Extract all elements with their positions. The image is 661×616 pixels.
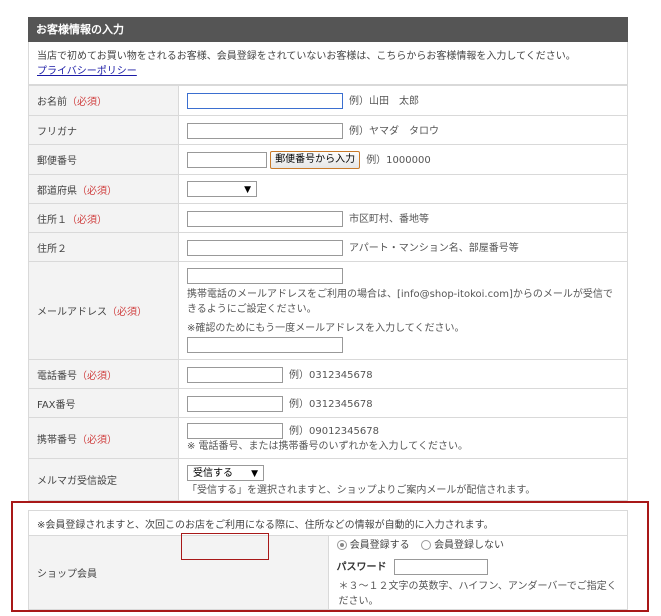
tel-input[interactable]	[187, 366, 283, 383]
name-label: お名前	[37, 97, 67, 108]
mobile-example: 例）09012345678	[289, 426, 379, 437]
row-kana: フリガナ 例）ヤマダ タロウ	[28, 115, 628, 145]
row-name: お名前（必須） 例）山田 太郎	[28, 85, 628, 116]
pref-label: 都道府県	[37, 185, 77, 197]
row-tel: 電話番号（必須） 例）0312345678	[28, 359, 628, 389]
mobile-label: 携帯番号	[37, 434, 77, 446]
tel-label: 電話番号	[37, 370, 77, 382]
zip-label: 郵便番号	[37, 156, 77, 167]
email-note: 携帯電話のメールアドレスをご利用の場合は、[info@shop-itokoi.c…	[187, 289, 613, 315]
pref-select[interactable]: ▼	[187, 181, 257, 197]
row-email: メールアドレス（必須） 携帯電話のメールアドレスをご利用の場合は、[info@s…	[28, 261, 628, 360]
tel-example: 例）0312345678	[289, 369, 373, 381]
privacy-policy-link[interactable]: プライバシーポリシー	[37, 66, 137, 77]
row-pref: 都道府県（必須） ▼	[28, 174, 628, 204]
magazine-label: メルマガ受信設定	[37, 476, 117, 487]
name-example: 例）山田 太郎	[349, 96, 419, 107]
chevron-down-icon: ▼	[251, 469, 258, 479]
kana-example: 例）ヤマダ タロウ	[349, 125, 439, 137]
zip-example: 例）1000000	[366, 154, 431, 166]
chevron-down-icon: ▼	[244, 185, 251, 195]
addr1-example: 市区町村、番地等	[349, 213, 429, 225]
magazine-select[interactable]: 受信する ▼	[187, 465, 264, 481]
zip-lookup-button[interactable]: 郵便番号から入力	[270, 150, 361, 169]
intro-text: 当店で初めてお買い物をされるお客様、会員登録をされていないお客様は、こちらからお…	[37, 51, 576, 62]
row-magazine: メルマガ受信設定 受信する ▼ 「受信する」を選択されますと、ショップよりご案内メ…	[28, 458, 628, 501]
kana-input[interactable]	[187, 122, 343, 139]
customer-form: お客様情報の入力 当店で初めてお買い物をされるお客様、会員登録をされていないお客…	[28, 17, 628, 501]
fax-label: FAX番号	[37, 399, 76, 411]
addr1-label: 住所１	[37, 214, 67, 226]
fax-input[interactable]	[187, 395, 283, 412]
magazine-note: 「受信する」を選択されますと、ショップよりご案内メールが配信されます。	[187, 485, 536, 496]
required-mark: （必須）	[67, 214, 107, 226]
kana-label: フリガナ	[37, 126, 77, 138]
intro-box: 当店で初めてお買い物をされるお客様、会員登録をされていないお客様は、こちらからお…	[28, 42, 628, 85]
name-input[interactable]	[187, 93, 343, 109]
addr2-label: 住所２	[37, 243, 67, 255]
addr2-example: アパート・マンション名、部屋番号等	[349, 242, 519, 254]
required-mark: （必須）	[77, 434, 117, 446]
email-confirm-input[interactable]	[187, 337, 343, 353]
row-zip: 郵便番号 郵便番号から入力 例）1000000	[28, 144, 628, 175]
row-addr1: 住所１（必須） 市区町村、番地等	[28, 203, 628, 233]
section-title: お客様情報の入力	[28, 17, 628, 42]
addr2-input[interactable]	[187, 239, 343, 256]
row-mobile: 携帯番号（必須） 例）09012345678 ※ 電話番号、または携帯番号のいず…	[28, 417, 628, 459]
mobile-note: ※ 電話番号、または携帯番号のいずれかを入力してください。	[187, 441, 468, 452]
email-label: メールアドレス	[37, 307, 107, 318]
email-input[interactable]	[187, 268, 343, 284]
row-fax: FAX番号 例）0312345678	[28, 388, 628, 418]
required-mark: （必須）	[77, 370, 117, 382]
form-table: お名前（必須） 例）山田 太郎 フリガナ 例）ヤマダ タロウ 郵便番号 郵便番号…	[28, 85, 628, 501]
email-confirm-note: ※確認のためにもう一度メールアドレスを入力してください。	[187, 323, 465, 334]
mobile-input[interactable]	[187, 423, 283, 439]
register-option-highlight	[181, 533, 269, 560]
magazine-value: 受信する	[193, 468, 233, 479]
required-mark: （必須）	[67, 97, 107, 108]
required-mark: （必須）	[107, 307, 147, 318]
membership-highlight-box	[11, 501, 649, 612]
zip-input[interactable]	[187, 151, 267, 168]
addr1-input[interactable]	[187, 210, 343, 227]
fax-example: 例）0312345678	[289, 398, 373, 410]
row-addr2: 住所２ アパート・マンション名、部屋番号等	[28, 232, 628, 262]
required-mark: （必須）	[77, 185, 117, 197]
